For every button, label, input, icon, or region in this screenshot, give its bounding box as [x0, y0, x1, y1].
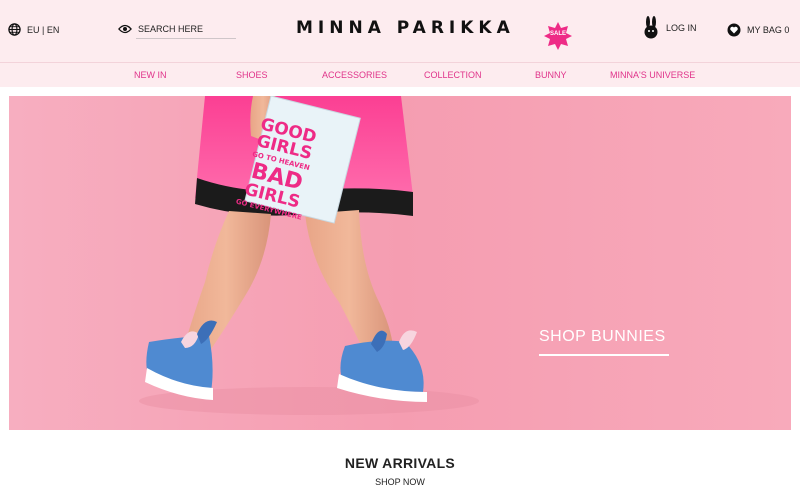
nav-new-in[interactable]: NEW IN [134, 70, 167, 80]
search-input[interactable]: SEARCH HERE [118, 23, 236, 39]
nav-bunny[interactable]: BUNNY [535, 70, 567, 80]
bunny-icon [644, 16, 658, 39]
globe-icon [8, 23, 21, 36]
login-label: LOG IN [666, 23, 697, 33]
shop-bunnies-link[interactable]: SHOP BUNNIES [539, 328, 666, 346]
nav-accessories[interactable]: ACCESSORIES [322, 70, 387, 80]
sale-badge[interactable]: SALE [544, 22, 572, 50]
heart-icon [727, 23, 741, 37]
shop-bunnies-underline [539, 354, 669, 356]
sale-label: SALE [549, 31, 566, 37]
eye-icon [118, 24, 132, 34]
region-label: EU | EN [27, 24, 60, 35]
bag-link[interactable]: MY BAG 0 [727, 23, 789, 37]
bag-label: MY BAG 0 [747, 25, 790, 35]
hero-banner[interactable]: GOOD GIRLS GO TO HEAVEN BAD GIRLS GO EVE… [9, 96, 791, 430]
nav-collection[interactable]: COLLECTION [424, 70, 482, 80]
nav-shoes[interactable]: SHOES [236, 70, 268, 80]
main-nav: NEW IN SHOES ACCESSORIES COLLECTION BUNN… [0, 62, 800, 87]
login-link[interactable]: LOG IN [644, 16, 697, 40]
top-header: EU | EN SEARCH HERE MINNA PARIKKA SALE L… [0, 0, 800, 62]
shop-now-link[interactable]: SHOP NOW [0, 477, 800, 487]
search-underline [136, 38, 236, 39]
brand-logo[interactable]: MINNA PARIKKA [296, 18, 515, 38]
search-placeholder: SEARCH HERE [138, 24, 204, 34]
region-language-selector[interactable]: EU | EN [8, 23, 59, 36]
nav-minnas-universe[interactable]: MINNA'S UNIVERSE [610, 70, 695, 80]
section-title: NEW ARRIVALS [344, 455, 456, 471]
hero-image [9, 96, 791, 430]
